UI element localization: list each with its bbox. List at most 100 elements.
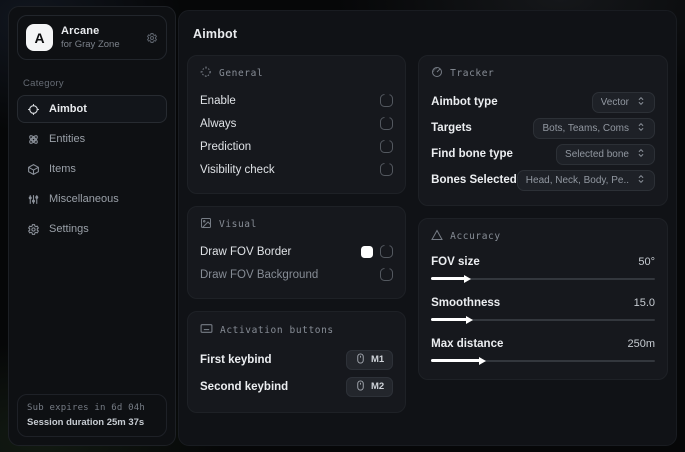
triangle-icon — [431, 229, 443, 244]
sliders-icon — [27, 193, 40, 206]
sidebar-item-label: Miscellaneous — [49, 193, 119, 205]
chevrons-up-down-icon — [636, 96, 646, 109]
setting-row-aimbot-type: Aimbot type Vector — [431, 89, 655, 115]
panel-title: General — [219, 68, 264, 79]
setting-label: Draw FOV Background — [200, 268, 319, 281]
setting-row-first-keybind: First keybind M1 — [200, 346, 394, 373]
slider-fill — [431, 356, 487, 365]
sidebar-item-settings[interactable]: Settings — [17, 215, 167, 243]
keybind-value: M2 — [370, 381, 385, 392]
panel-title: Activation buttons — [220, 324, 334, 336]
gear-icon[interactable] — [146, 32, 158, 44]
visibility-check-checkbox[interactable] — [380, 163, 394, 176]
sidebar-item-miscellaneous[interactable]: Miscellaneous — [17, 185, 167, 213]
setting-label: First keybind — [200, 353, 272, 366]
sidebar-item-label: Items — [49, 163, 76, 175]
panel-title: Tracker — [450, 68, 495, 79]
first-keybind-button[interactable]: M1 — [345, 349, 394, 370]
setting-label: Visibility check — [200, 163, 275, 176]
setting-label: Second keybind — [200, 380, 289, 393]
setting-row-draw-fov-border: Draw FOV Border — [200, 240, 394, 263]
setting-row-draw-fov-background: Draw FOV Background — [200, 263, 394, 286]
fov-border-color-swatch[interactable] — [361, 245, 374, 258]
keyboard-icon — [200, 322, 213, 338]
sidebar-item-entities[interactable]: Entities — [17, 125, 167, 153]
select-value: Bots, Teams, Coms — [542, 122, 629, 134]
smoothness-slider[interactable] — [431, 315, 655, 324]
mouse-icon — [355, 352, 366, 367]
panel-title: Visual — [219, 219, 257, 230]
gear-icon — [27, 223, 40, 236]
always-checkbox[interactable] — [380, 117, 394, 130]
slider-group-fov-size: FOV size 50° — [431, 252, 655, 283]
max-distance-slider[interactable] — [431, 356, 655, 365]
enable-checkbox[interactable] — [380, 94, 394, 107]
chevrons-up-down-icon — [636, 122, 646, 135]
sidebar-item-label: Entities — [49, 133, 86, 145]
panel-activation-buttons: Activation buttons First keybind M1 Seco… — [187, 311, 407, 413]
find-bone-type-select[interactable]: Selected bone — [556, 143, 655, 165]
second-keybind-button[interactable]: M2 — [345, 376, 394, 397]
panel-tracker: Tracker Aimbot type Vector Targets Bots,… — [418, 55, 668, 206]
sidebar-item-label: Aimbot — [49, 103, 87, 115]
setting-label: Aimbot type — [431, 96, 498, 108]
mouse-icon — [355, 379, 366, 394]
setting-label: Find bone type — [431, 148, 513, 160]
setting-row-bones-selected: Bones Selected Head, Neck, Body, Pe.. — [431, 167, 655, 193]
setting-row-targets: Targets Bots, Teams, Coms — [431, 115, 655, 141]
radar-icon — [431, 66, 443, 81]
brand-logo: A — [26, 24, 53, 51]
setting-label: FOV size — [431, 256, 480, 268]
sidebar: A Arcane for Gray Zone Category Aimbot E… — [8, 6, 176, 446]
setting-row-prediction: Prediction — [200, 135, 394, 158]
setting-label: Draw FOV Border — [200, 245, 292, 258]
panel-general: General Enable Always Prediction Visibil… — [187, 55, 407, 194]
category-label: Category — [23, 78, 64, 89]
panel-visual: Visual Draw FOV Border Draw FOV Backgrou… — [187, 206, 407, 299]
slider-fill — [431, 315, 473, 324]
slider-value: 50° — [638, 256, 655, 268]
setting-row-visibility-check: Visibility check — [200, 158, 394, 181]
brand-card: A Arcane for Gray Zone — [17, 15, 167, 60]
aimbot-type-select[interactable]: Vector — [591, 91, 655, 113]
targets-select[interactable]: Bots, Teams, Coms — [533, 117, 655, 139]
slider-fill — [431, 274, 471, 283]
select-value: Selected bone — [565, 148, 629, 160]
draw-fov-background-checkbox[interactable] — [380, 268, 394, 281]
slider-group-max-distance: Max distance 250m — [431, 334, 655, 365]
setting-label: Prediction — [200, 140, 252, 153]
setting-label: Targets — [431, 122, 472, 134]
select-value: Vector — [600, 96, 629, 108]
slider-value: 15.0 — [633, 297, 655, 309]
subscription-card: Sub expires in 6d 04h Session duration 2… — [17, 394, 167, 437]
setting-row-second-keybind: Second keybind M2 — [200, 373, 394, 400]
entities-icon — [27, 133, 40, 146]
select-value: Head, Neck, Body, Pe.. — [525, 174, 629, 186]
brand-tagline: for Gray Zone — [61, 39, 120, 50]
setting-label: Max distance — [431, 338, 504, 350]
slider-value: 250m — [627, 338, 655, 350]
crosshair-dotted-icon — [200, 66, 212, 81]
setting-row-always: Always — [200, 112, 394, 135]
box-icon — [27, 163, 40, 176]
panel-accuracy: Accuracy FOV size 50° Smoothness 15.0 Ma… — [418, 218, 668, 380]
chevrons-up-down-icon — [636, 148, 646, 161]
prediction-checkbox[interactable] — [380, 140, 394, 153]
draw-fov-border-checkbox[interactable] — [380, 245, 394, 258]
image-icon — [200, 217, 212, 232]
sidebar-nav: Aimbot Entities Items Miscellaneous Sett… — [9, 95, 175, 243]
chevrons-up-down-icon — [636, 174, 646, 187]
fov-size-slider[interactable] — [431, 274, 655, 283]
setting-label: Always — [200, 117, 237, 130]
main-content: Aimbot General Enable Always Prediction … — [178, 10, 677, 446]
setting-label: Enable — [200, 94, 236, 107]
sidebar-item-items[interactable]: Items — [17, 155, 167, 183]
bones-selected-select[interactable]: Head, Neck, Body, Pe.. — [516, 169, 655, 191]
page-title: Aimbot — [193, 27, 238, 41]
session-duration-text: Session duration 25m 37s — [27, 417, 145, 428]
crosshair-icon — [27, 103, 40, 116]
sub-expiry-text: Sub expires in 6d 04h — [27, 403, 145, 413]
panel-title: Accuracy — [450, 231, 501, 242]
sidebar-item-label: Settings — [49, 223, 89, 235]
sidebar-item-aimbot[interactable]: Aimbot — [17, 95, 167, 123]
